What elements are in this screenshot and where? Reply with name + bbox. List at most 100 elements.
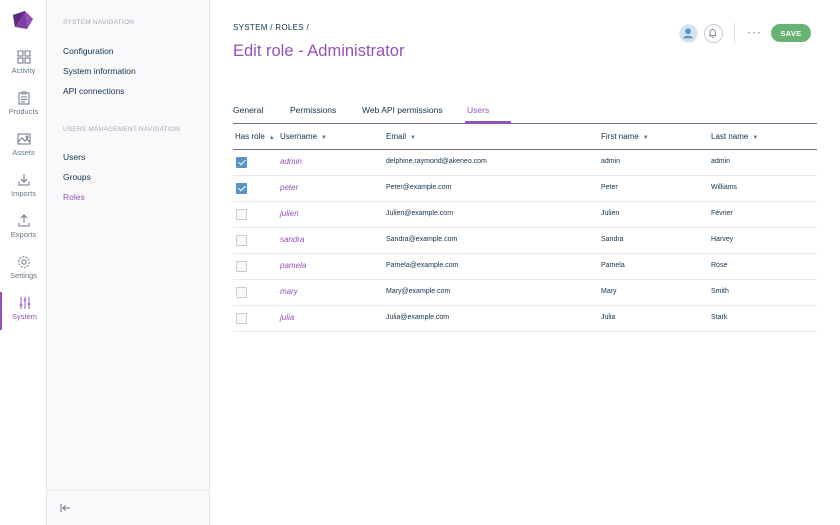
menu-item-label: System [11,312,37,321]
column-header-label: Username [280,132,317,141]
system-icon [19,297,30,309]
system-subnav: SYSTEM NAVIGATION Configuration System i… [47,0,210,525]
akeneo-logo[interactable] [11,9,35,31]
breadcrumb-separator: / [306,23,309,32]
menu-item-products[interactable]: Products [0,87,47,125]
username-cell: mary [280,287,298,296]
has-role-checkbox[interactable] [236,287,247,298]
settings-icon [17,256,30,268]
activity-icon [17,50,30,64]
subnav-item-system-information[interactable]: System information [63,66,136,76]
tab-permissions[interactable]: Permissions [290,105,336,115]
menu-item-label: Products [8,107,39,116]
menu-item-label: Exports [10,230,37,239]
menu-item-label: Imports [10,189,36,198]
has-role-checkbox[interactable] [236,261,247,272]
last-name-cell: Stark [711,314,728,321]
has-role-checkbox[interactable] [236,157,247,168]
first-name-cell: Julien [601,210,620,217]
sort-descending-icon: ▼ [320,135,327,141]
breadcrumb-item-system[interactable]: SYSTEM [233,23,268,32]
page-title: Edit role - Administrator [233,42,405,60]
email-cell: Julia@example.com [386,314,450,321]
column-header-username[interactable]: Username ▼ [280,132,327,141]
has-role-checkbox[interactable] [236,183,247,194]
subnav-item-groups[interactable]: Groups [63,172,91,182]
sort-descending-icon: ▼ [642,135,649,141]
menu-item-imports[interactable]: Imports [0,169,47,207]
has-role-checkbox[interactable] [236,235,247,246]
email-cell: Mary@example.com [386,288,451,295]
last-name-cell: Smith [711,288,729,295]
menu-item-activity[interactable]: Activity [0,46,47,84]
menu-item-system[interactable]: System [0,292,47,330]
app-window: Activity Products Assets Imports Exports… [0,0,840,525]
email-cell: Pamela@example.com [386,262,459,269]
section-title-users-management: USERS MANAGEMENT NAVIGATION [63,126,180,133]
column-header-label: Last name [711,132,749,141]
last-name-cell: Rose [711,262,728,269]
username-cell: pamela [280,261,307,270]
breadcrumb: SYSTEM / ROLES / [233,23,309,32]
tab-users[interactable]: Users [467,105,489,115]
menu-item-label: Activity [11,66,36,75]
username-cell: peter [280,183,299,192]
has-role-checkbox[interactable] [236,313,247,324]
username-cell: julien [280,209,299,218]
column-header-label: First name [601,132,639,141]
subnav-item-api-connections[interactable]: API connections [63,86,124,96]
email-cell: Julien@example.com [386,210,454,217]
first-name-cell: Pamela [601,262,625,269]
table-row[interactable]: peter Peter@example.com Peter Williams [233,176,817,202]
products-icon [18,91,29,105]
column-header-last-name[interactable]: Last name ▼ [711,132,758,141]
column-header-first-name[interactable]: First name ▼ [601,132,649,141]
table-row[interactable]: julia Julia@example.com Julia Stark [233,306,817,332]
user-avatar[interactable] [679,24,698,43]
subnav-item-roles[interactable]: Roles [63,192,85,202]
table-row[interactable]: pamela Pamela@example.com Pamela Rose [233,254,817,280]
first-name-cell: Sandra [601,236,624,243]
table-row[interactable]: admin delphine.raymond@akeneo.com admin … [233,150,817,176]
last-name-cell: Harvey [711,236,734,243]
last-name-cell: Février [711,210,733,217]
more-actions-button[interactable]: ··· [747,26,762,38]
save-button[interactable]: SAVE [771,24,811,42]
header-divider [734,23,735,43]
subnav-item-users[interactable]: Users [63,152,85,162]
has-role-checkbox[interactable] [236,209,247,220]
tab-bar: General Permissions Web API permissions … [233,100,817,124]
username-cell: admin [280,157,302,166]
section-title-system: SYSTEM NAVIGATION [63,19,135,26]
table-row[interactable]: mary Mary@example.com Mary Smith [233,280,817,306]
sort-descending-icon: ▼ [410,135,416,141]
collapse-panel-icon[interactable] [59,502,71,514]
tab-web-api-permissions[interactable]: Web API permissions [362,105,443,115]
exports-icon [18,214,29,227]
email-cell: delphine.raymond@akeneo.com [386,158,487,165]
subnav-footer [47,490,209,525]
sort-descending-icon: ▼ [752,135,759,141]
menu-item-settings[interactable]: Settings [0,251,47,289]
table-row[interactable]: julien Julien@example.com Julien Février [233,202,817,228]
column-header-email[interactable]: Email ▼ [386,132,416,141]
username-cell: sandra [280,235,305,244]
first-name-cell: admin [601,158,621,165]
menu-item-exports[interactable]: Exports [0,210,47,248]
subnav-item-configuration[interactable]: Configuration [63,46,114,56]
notifications-button[interactable] [704,24,723,43]
first-name-cell: Mary [601,288,617,295]
first-name-cell: Peter [601,184,618,191]
first-name-cell: Julia [601,314,616,321]
column-header-has-role[interactable]: Has role ▲ [235,132,275,141]
table-row[interactable]: sandra Sandra@example.com Sandra Harvey [233,228,817,254]
username-cell: julia [280,313,295,322]
tab-general[interactable]: General [233,105,263,115]
sort-ascending-icon: ▲ [268,135,275,141]
menu-item-assets[interactable]: Assets [0,128,47,166]
imports-icon [18,174,29,186]
assets-icon [17,133,30,145]
bell-icon [709,28,717,38]
email-cell: Peter@example.com [386,184,452,191]
breadcrumb-item-roles[interactable]: ROLES [275,23,304,32]
